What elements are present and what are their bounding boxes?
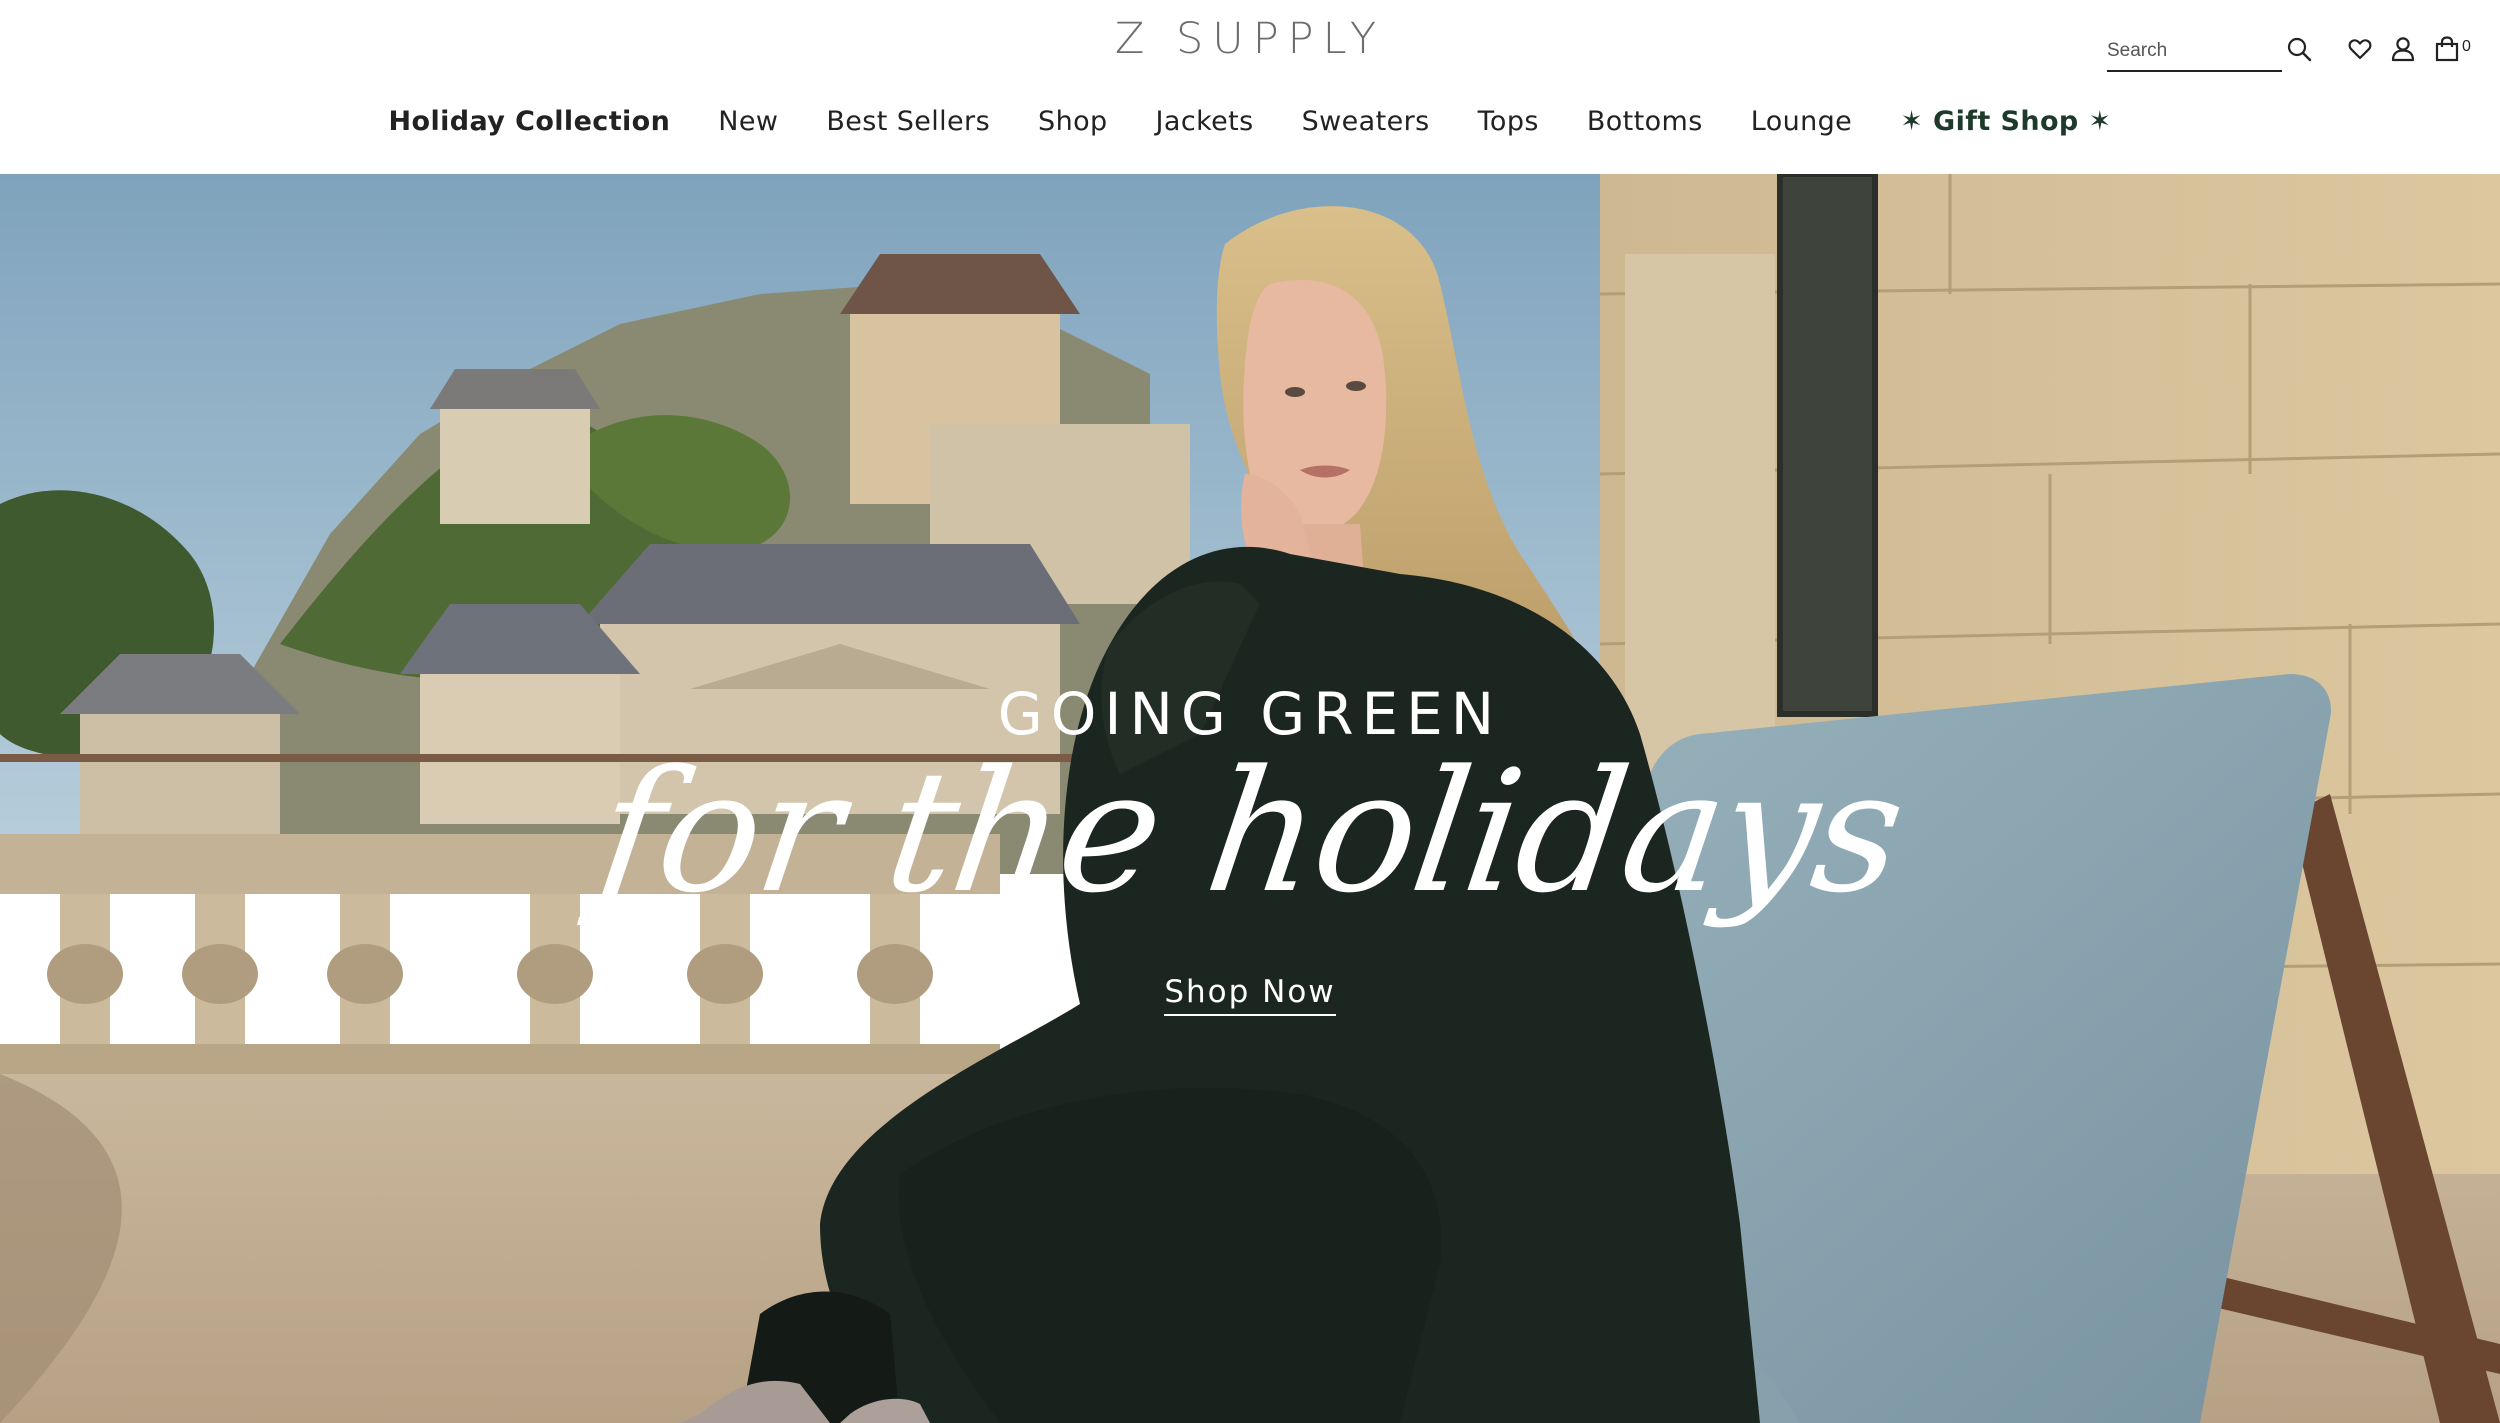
- brand-logo-link[interactable]: Z SUPPLY: [1115, 14, 1385, 64]
- main-nav: Holiday Collection New Best Sellers Shop…: [0, 100, 2500, 143]
- nav-item-bottoms[interactable]: Bottoms: [1563, 100, 1727, 143]
- search-bar: [2107, 34, 2282, 72]
- heart-icon[interactable]: [2345, 34, 2375, 64]
- nav-item-shop[interactable]: Shop: [1014, 100, 1132, 143]
- shop-now-link[interactable]: Shop Now: [1164, 974, 1336, 1016]
- account-icon[interactable]: [2388, 34, 2418, 64]
- hero-script-heading: for the holidays: [586, 734, 1914, 930]
- nav-item-new[interactable]: New: [694, 100, 802, 143]
- nav-item-jackets[interactable]: Jackets: [1132, 100, 1278, 143]
- nav-item-gift-shop[interactable]: ✶ Gift Shop ✶: [1876, 100, 2135, 143]
- search-icon[interactable]: [2284, 34, 2314, 64]
- site-header: Z SUPPLY 0 Holiday Collection New Best S…: [0, 0, 2500, 174]
- nav-item-lounge[interactable]: Lounge: [1727, 100, 1876, 143]
- nav-item-holiday-collection[interactable]: Holiday Collection: [365, 100, 695, 143]
- nav-item-best-sellers[interactable]: Best Sellers: [802, 100, 1014, 143]
- nav-item-tops[interactable]: Tops: [1454, 100, 1563, 143]
- nav-item-sweaters[interactable]: Sweaters: [1278, 100, 1454, 143]
- search-input[interactable]: [2107, 34, 2282, 64]
- bag-icon[interactable]: [2432, 34, 2462, 64]
- cart-count: 0: [2462, 38, 2471, 55]
- hero-banner[interactable]: GOING GREEN for the holidays Shop Now: [0, 174, 2500, 1423]
